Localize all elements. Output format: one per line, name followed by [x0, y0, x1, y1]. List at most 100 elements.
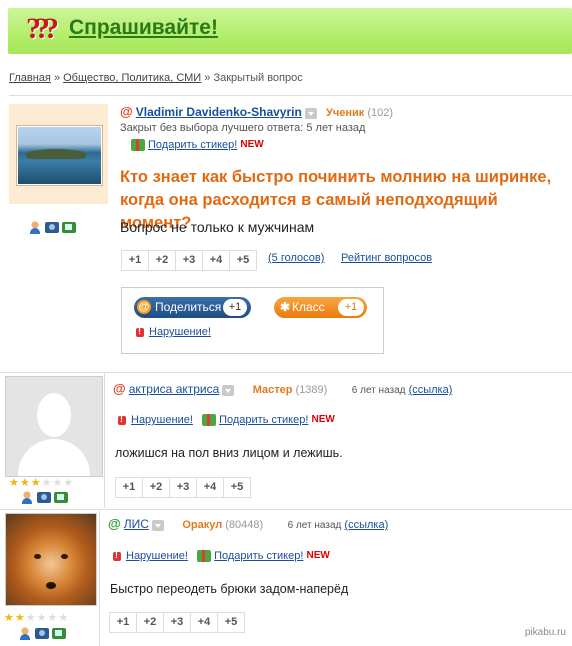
answer-time: 6 лет назад	[287, 520, 342, 531]
author-points: (80448)	[225, 519, 264, 531]
answer-author-name[interactable]: актриса актриса	[129, 382, 220, 396]
star-icon: ★	[14, 612, 25, 624]
answer-actions: Нарушение! Подарить стикер! NEW	[118, 414, 335, 427]
rating-stars: ★ ★ ★ ★ ★ ★	[9, 478, 73, 489]
share-button[interactable]: @ Поделиться +1	[134, 297, 251, 318]
report-row: Нарушение!	[136, 326, 211, 338]
vote-plus4-button[interactable]: +4	[203, 251, 230, 270]
breadcrumb-separator: »	[53, 72, 61, 84]
user-icon[interactable]	[28, 220, 42, 234]
breadcrumb-category[interactable]: Общество, Политика, СМИ	[63, 72, 201, 84]
star-icon: ★	[47, 612, 58, 624]
answer-author-name[interactable]: ЛИС	[124, 517, 149, 531]
photo-icon[interactable]	[37, 492, 51, 503]
answer-vote-buttons: +1 +2 +3 +4 +5	[115, 477, 251, 498]
question-avatar[interactable]	[17, 126, 102, 185]
question-body: Вопрос не только к мужчинам	[120, 219, 315, 235]
site-header: ??? Спрашивайте!	[8, 8, 572, 54]
vote-plus3-button[interactable]: +3	[170, 478, 197, 497]
video-icon[interactable]	[54, 492, 68, 503]
star-icon: ★	[52, 477, 63, 489]
divider	[99, 509, 100, 646]
report-link[interactable]: Нарушение!	[126, 550, 188, 562]
answer-permalink[interactable]: (ссылка)	[344, 519, 388, 531]
mail-at-icon: @	[113, 381, 126, 396]
star-icon: ★	[9, 477, 19, 489]
breadcrumb-current: Закрытый вопрос	[213, 72, 303, 84]
gift-sticker-link[interactable]: Подарить стикер!	[214, 550, 303, 562]
logo-question-marks[interactable]: ???	[26, 12, 59, 46]
star-icon: ★	[30, 477, 41, 489]
vote-plus5-button[interactable]: +5	[230, 251, 256, 270]
gift-icon	[197, 550, 212, 563]
answer-avatar[interactable]	[5, 376, 103, 477]
gift-sticker-link[interactable]: Подарить стикер!	[219, 414, 308, 426]
answer-permalink[interactable]: (ссылка)	[409, 384, 453, 396]
photo-icon[interactable]	[35, 628, 49, 639]
vote-plus3-button[interactable]: +3	[164, 613, 191, 632]
site-title-link[interactable]: Спрашивайте!	[69, 16, 218, 40]
vote-plus3-button[interactable]: +3	[176, 251, 203, 270]
author-icons	[28, 220, 76, 234]
chevron-down-icon[interactable]	[151, 519, 164, 531]
vote-plus4-button[interactable]: +4	[191, 613, 218, 632]
report-link[interactable]: Нарушение!	[131, 414, 193, 426]
vote-plus2-button[interactable]: +2	[143, 478, 170, 497]
share-label: Поделиться	[155, 300, 222, 314]
author-rank: Оракул	[182, 519, 223, 531]
share-count: +1	[223, 299, 247, 316]
answer-avatar[interactable]	[5, 513, 97, 606]
vote-plus5-button[interactable]: +5	[224, 478, 250, 497]
watermark: pikabu.ru	[524, 627, 566, 638]
star-icon: ★	[19, 477, 30, 489]
author-icons	[20, 490, 68, 504]
report-link[interactable]: Нарушение!	[149, 326, 211, 338]
rating-stars: ★ ★ ★ ★ ★ ★	[4, 613, 68, 624]
warning-icon	[118, 414, 126, 425]
answer-author-line: @ ЛИС Оракул (80448) 6 лет назад (ссылка…	[108, 516, 388, 531]
vote-plus1-button[interactable]: +1	[110, 613, 137, 632]
photo-icon[interactable]	[45, 222, 59, 233]
question-rating-link[interactable]: Рейтинг вопросов	[341, 252, 432, 264]
vote-plus1-button[interactable]: +1	[122, 251, 149, 270]
question-vote-buttons: +1 +2 +3 +4 +5	[121, 250, 257, 271]
star-icon: ★	[4, 612, 14, 624]
breadcrumb: Главная » Общество, Политика, СМИ » Закр…	[9, 72, 303, 84]
author-points: (102)	[367, 107, 394, 119]
odnoklassniki-icon: ✱	[280, 300, 291, 314]
breadcrumb-home[interactable]: Главная	[9, 72, 51, 84]
answer-actions: Нарушение! Подарить стикер! NEW	[113, 550, 330, 563]
mail-at-icon: @	[137, 300, 151, 314]
vote-plus1-button[interactable]: +1	[116, 478, 143, 497]
breadcrumb-separator: »	[204, 72, 211, 84]
divider	[104, 372, 105, 508]
question-author-line: @ Vladimir Davidenko-Shavyrin Ученик (10…	[120, 104, 393, 119]
gift-icon	[202, 414, 217, 427]
author-rank: Ученик	[326, 107, 365, 119]
star-icon: ★	[36, 612, 47, 624]
chevron-down-icon[interactable]	[304, 107, 317, 119]
ok-class-button[interactable]: ✱ Класс +1	[274, 297, 367, 318]
vote-plus2-button[interactable]: +2	[149, 251, 176, 270]
chevron-down-icon[interactable]	[222, 384, 235, 396]
vote-plus2-button[interactable]: +2	[137, 613, 164, 632]
video-icon[interactable]	[52, 628, 66, 639]
divider	[0, 509, 572, 510]
user-icon[interactable]	[20, 490, 34, 504]
video-icon[interactable]	[62, 222, 76, 233]
question-author-name[interactable]: Vladimir Davidenko-Shavyrin	[136, 105, 302, 119]
vote-plus4-button[interactable]: +4	[197, 478, 224, 497]
star-icon: ★	[25, 612, 36, 624]
question-status: Закрыт без выбора лучшего ответа: 5 лет …	[120, 122, 366, 134]
mail-at-icon: @	[120, 104, 133, 119]
author-icons	[18, 626, 66, 640]
vote-plus5-button[interactable]: +5	[218, 613, 244, 632]
divider	[9, 95, 572, 96]
gift-sticker-link[interactable]: Подарить стикер!	[148, 139, 237, 151]
votes-count-link[interactable]: (5 голосов)	[268, 252, 324, 264]
new-badge: NEW	[306, 550, 330, 561]
user-icon[interactable]	[18, 626, 32, 640]
divider	[0, 372, 572, 373]
star-icon: ★	[41, 477, 52, 489]
mail-at-icon: @	[108, 516, 121, 531]
